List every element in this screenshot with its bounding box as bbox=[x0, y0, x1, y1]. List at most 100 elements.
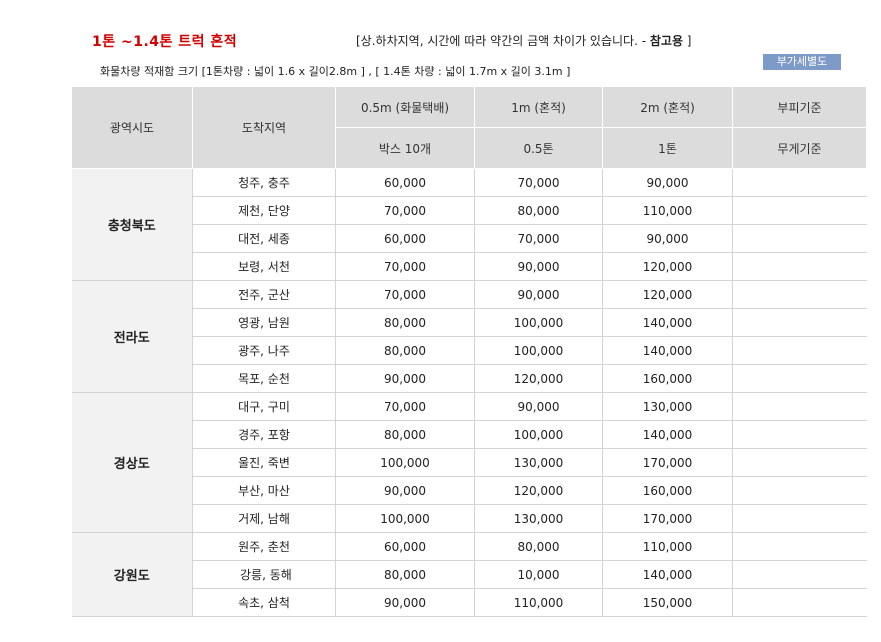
header-col2-bottom: 0.5톤 bbox=[474, 127, 603, 169]
price-one-meter-cell: 130,000 bbox=[474, 504, 603, 533]
price-weight-cell bbox=[732, 364, 867, 393]
price-half-meter-cell: 70,000 bbox=[335, 252, 475, 281]
price-weight-cell bbox=[732, 168, 867, 197]
price-one-meter-cell: 120,000 bbox=[474, 476, 603, 505]
price-one-meter-cell: 100,000 bbox=[474, 308, 603, 337]
price-weight-cell bbox=[732, 280, 867, 309]
price-weight-cell bbox=[732, 252, 867, 281]
price-one-meter-cell: 10,000 bbox=[474, 560, 603, 589]
destination-cell: 영광, 남원 bbox=[192, 308, 336, 337]
price-weight-cell bbox=[732, 336, 867, 365]
price-half-meter-cell: 90,000 bbox=[335, 364, 475, 393]
region-name-cell: 강원도 bbox=[71, 532, 193, 617]
table-row: 충청북도 청주, 충주 60,000 70,000 90,000 bbox=[71, 168, 867, 281]
header-col1-top: 0.5m (화물택배) bbox=[335, 86, 475, 128]
table-row: 경상도 대구, 구미 70,000 90,000 130,000 bbox=[71, 392, 867, 533]
price-half-meter-cell: 60,000 bbox=[335, 168, 475, 197]
header-col4-bottom: 무게기준 bbox=[732, 127, 867, 169]
price-one-meter-cell: 100,000 bbox=[474, 420, 603, 449]
price-weight-cell bbox=[732, 504, 867, 533]
destination-cell: 보령, 서천 bbox=[192, 252, 336, 281]
region-name-cell: 충청북도 bbox=[71, 168, 193, 281]
price-two-meter-cell: 170,000 bbox=[602, 504, 733, 533]
vat-excluded-button[interactable]: 부가세별도 bbox=[763, 54, 841, 70]
destination-cell: 제천, 단양 bbox=[192, 196, 336, 225]
price-two-meter-cell: 130,000 bbox=[602, 392, 733, 421]
price-one-meter-cell: 110,000 bbox=[474, 588, 603, 617]
destination-cell: 원주, 춘천 bbox=[192, 532, 336, 561]
price-note: [상.하차지역, 시간에 따라 약간의 금액 차이가 있습니다. - 참고용 ] bbox=[356, 32, 691, 49]
destination-cell: 부산, 마산 bbox=[192, 476, 336, 505]
price-weight-cell bbox=[732, 224, 867, 253]
price-two-meter-cell: 90,000 bbox=[602, 224, 733, 253]
price-half-meter-cell: 70,000 bbox=[335, 392, 475, 421]
price-one-meter-cell: 90,000 bbox=[474, 392, 603, 421]
price-weight-cell bbox=[732, 532, 867, 561]
note-prefix: [상.하차지역, 시간에 따라 약간의 금액 차이가 있습니다. - bbox=[356, 34, 650, 48]
price-half-meter-cell: 100,000 bbox=[335, 504, 475, 533]
price-one-meter-cell: 100,000 bbox=[474, 336, 603, 365]
price-one-meter-cell: 90,000 bbox=[474, 252, 603, 281]
price-two-meter-cell: 110,000 bbox=[602, 532, 733, 561]
price-two-meter-cell: 140,000 bbox=[602, 420, 733, 449]
price-two-meter-cell: 170,000 bbox=[602, 448, 733, 477]
destination-cell: 목포, 순천 bbox=[192, 364, 336, 393]
destination-cell: 속초, 삼척 bbox=[192, 588, 336, 617]
price-two-meter-cell: 140,000 bbox=[602, 308, 733, 337]
price-half-meter-cell: 80,000 bbox=[335, 560, 475, 589]
price-weight-cell bbox=[732, 588, 867, 617]
price-half-meter-cell: 60,000 bbox=[335, 532, 475, 561]
price-two-meter-cell: 160,000 bbox=[602, 364, 733, 393]
table-row: 강원도 원주, 춘천 60,000 80,000 110,000 bbox=[71, 532, 867, 617]
price-half-meter-cell: 90,000 bbox=[335, 588, 475, 617]
destination-cell: 거제, 남해 bbox=[192, 504, 336, 533]
note-suffix: ] bbox=[682, 34, 692, 48]
price-one-meter-cell: 120,000 bbox=[474, 364, 603, 393]
header-col3-bottom: 1톤 bbox=[602, 127, 733, 169]
price-two-meter-cell: 120,000 bbox=[602, 280, 733, 309]
header-col3-top: 2m (혼적) bbox=[602, 86, 733, 128]
freight-price-table: 광역시도 도착지역 0.5m (화물택배) 1m (혼적) 2m (혼적) 부피… bbox=[71, 86, 867, 617]
header-destination: 도착지역 bbox=[192, 86, 336, 169]
price-weight-cell bbox=[732, 196, 867, 225]
header-col2-top: 1m (혼적) bbox=[474, 86, 603, 128]
price-half-meter-cell: 80,000 bbox=[335, 308, 475, 337]
price-two-meter-cell: 160,000 bbox=[602, 476, 733, 505]
price-one-meter-cell: 80,000 bbox=[474, 196, 603, 225]
price-two-meter-cell: 140,000 bbox=[602, 336, 733, 365]
price-one-meter-cell: 70,000 bbox=[474, 168, 603, 197]
price-weight-cell bbox=[732, 420, 867, 449]
price-half-meter-cell: 80,000 bbox=[335, 420, 475, 449]
price-weight-cell bbox=[732, 560, 867, 589]
header-col1-bottom: 박스 10개 bbox=[335, 127, 475, 169]
price-two-meter-cell: 90,000 bbox=[602, 168, 733, 197]
destination-cell: 전주, 군산 bbox=[192, 280, 336, 309]
destination-cell: 강릉, 동해 bbox=[192, 560, 336, 589]
destination-cell: 광주, 나주 bbox=[192, 336, 336, 365]
price-half-meter-cell: 100,000 bbox=[335, 448, 475, 477]
price-one-meter-cell: 130,000 bbox=[474, 448, 603, 477]
header-col4-top: 부피기준 bbox=[732, 86, 867, 128]
price-one-meter-cell: 80,000 bbox=[474, 532, 603, 561]
table-row: 전라도 전주, 군산 70,000 90,000 120,000 bbox=[71, 280, 867, 393]
price-weight-cell bbox=[732, 448, 867, 477]
price-half-meter-cell: 80,000 bbox=[335, 336, 475, 365]
price-two-meter-cell: 120,000 bbox=[602, 252, 733, 281]
header-province: 광역시도 bbox=[71, 86, 193, 169]
destination-cell: 대전, 세종 bbox=[192, 224, 336, 253]
destination-cell: 경주, 포항 bbox=[192, 420, 336, 449]
truck-size-info: 화물차량 적재함 크기 [1톤차량 : 넓이 1.6 x 길이2.8m ] , … bbox=[100, 65, 571, 78]
price-weight-cell bbox=[732, 308, 867, 337]
price-two-meter-cell: 150,000 bbox=[602, 588, 733, 617]
price-half-meter-cell: 70,000 bbox=[335, 196, 475, 225]
destination-cell: 청주, 충주 bbox=[192, 168, 336, 197]
price-weight-cell bbox=[732, 392, 867, 421]
page-title: 1톤 ~1.4톤 트럭 혼적 bbox=[92, 34, 238, 50]
region-name-cell: 전라도 bbox=[71, 280, 193, 393]
price-one-meter-cell: 90,000 bbox=[474, 280, 603, 309]
region-name-cell: 경상도 bbox=[71, 392, 193, 533]
price-weight-cell bbox=[732, 476, 867, 505]
destination-cell: 대구, 구미 bbox=[192, 392, 336, 421]
price-table-body: 충청북도 청주, 충주 60,000 70,000 90,000 제천, 단양 70,000… bbox=[71, 168, 867, 617]
price-half-meter-cell: 70,000 bbox=[335, 280, 475, 309]
